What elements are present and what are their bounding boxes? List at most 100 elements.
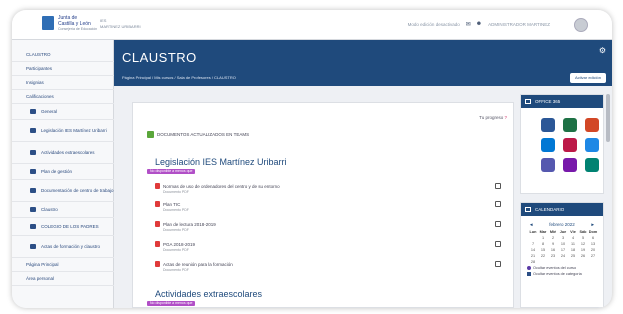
resource-name[interactable]: Plan de lectura 2018-2019 [163,222,216,227]
sidebar-item-label: Insignias [26,79,44,85]
calendar-day[interactable]: 1 [538,236,548,240]
sidebar-item[interactable]: Legislación IES Martínez Uribarri [12,120,114,142]
powerpoint-icon[interactable] [585,118,599,132]
section-title-extraescolares[interactable]: Actividades extraescolares [155,289,262,299]
calendar-filter-course[interactable]: Ocultar eventos del curso [521,266,603,270]
sidebar-item[interactable]: Plan de gestión [12,164,114,180]
teams-icon[interactable] [541,158,555,172]
calendar-day[interactable]: 26 [578,254,588,258]
onenote-icon[interactable] [563,158,577,172]
calendar-day[interactable]: 16 [548,248,558,252]
calendar-month[interactable]: febrero 2022 [549,222,575,227]
outlook-icon[interactable] [541,138,555,152]
completion-checkbox[interactable] [495,201,501,207]
resource-name[interactable]: Plan TIC [163,202,180,207]
sidebar-item[interactable]: Documentación de centro de trabajo [12,180,114,202]
calendar-day[interactable]: 24 [558,254,568,258]
calendar-filter-label[interactable]: Ocultar eventos del curso [533,266,576,270]
sidebar-item[interactable]: COLEGIO DE LOS PADRES [12,218,114,236]
browser-frame: Junta de Castilla y León Consejería de E… [12,10,612,308]
calendar-day[interactable]: 6 [588,236,598,240]
calendar-filter-category[interactable]: Ocultar eventos de categoría [521,272,603,276]
calendar-day[interactable]: 25 [568,254,578,258]
office365-block: OFFICE 365 [520,94,604,194]
sidebar-item[interactable]: Área personal [12,272,114,286]
resource-item[interactable]: Plan TIC Documento PDF [155,201,189,212]
notifications-icon[interactable]: ✉ [466,21,471,28]
calendar-day[interactable]: 9 [548,242,558,246]
calendar-day[interactable]: 23 [548,254,558,258]
calendar-day[interactable]: 7 [528,242,538,246]
breadcrumb[interactable]: Página Principal / Mis cursos / Sala de … [122,75,236,80]
resource-kind: Documento PDF [163,190,189,194]
user-name[interactable]: ADMINISTRADOR MARTINEZ [488,22,550,27]
calendar-day[interactable]: 28 [528,260,538,264]
calendar-day[interactable]: 22 [538,254,548,258]
excel-icon[interactable] [563,118,577,132]
folder-icon [30,169,36,174]
sidebar-item[interactable]: Actas de formación y claustro [12,236,114,258]
calendar-day[interactable]: 17 [558,248,568,252]
sidebar-item[interactable]: Insignias [12,76,114,90]
calendar-day[interactable]: 8 [538,242,548,246]
calendar-day[interactable]: 19 [578,248,588,252]
calendar-day[interactable]: 14 [528,248,538,252]
resource-name[interactable]: Normas de uso de ordenadores del centro … [163,184,280,189]
calendar-day[interactable]: 3 [558,236,568,240]
sidebar-item-label: Actividades extraescolares [41,149,95,155]
resource-name[interactable]: PGA 2018-2019 [163,242,195,247]
completion-checkbox[interactable] [495,261,501,267]
teams-docs-link[interactable]: DOCUMENTOS ACTUALIZADOS EN TEAMS [147,131,249,138]
calendar-day[interactable]: 15 [538,248,548,252]
progress-help[interactable]: Tu progreso ? [479,115,507,120]
sidebar-item[interactable]: Actividades extraescolares [12,142,114,164]
help-icon[interactable]: ? [504,115,507,120]
calendar-day[interactable]: 18 [568,248,578,252]
calendar-day[interactable]: 20 [588,248,598,252]
calendar-day[interactable]: 4 [568,236,578,240]
resource-item[interactable]: PGA 2018-2019 Documento PDF [155,241,195,252]
calendar-block: CALENDARIO ◄ febrero 2022 ► Lun Mar Mié Jue… [520,202,604,308]
calendar-day[interactable]: 13 [588,242,598,246]
calendar-day[interactable]: 27 [588,254,598,258]
course-sidebar: CLAUSTRO Participantes Insignias Calificaci… [12,40,114,308]
sidebar-item[interactable]: Página Principal [12,258,114,272]
calendar-day[interactable]: 12 [578,242,588,246]
site-logo[interactable]: Junta de Castilla y León Consejería de E… [58,15,97,33]
sidebar-item[interactable]: Participantes [12,62,114,76]
completion-checkbox[interactable] [495,221,501,227]
calendar-day[interactable]: 10 [558,242,568,246]
prev-month-icon[interactable]: ◄ [529,222,533,227]
resource-name[interactable]: Actas de reunión para la formación [163,262,233,267]
messages-icon[interactable]: ☻ [476,21,482,28]
sway-icon[interactable] [585,158,599,172]
sidebar-item[interactable]: General [12,104,114,120]
completion-checkbox[interactable] [495,183,501,189]
sidebar-item[interactable]: CLAUSTRO [12,48,114,62]
junta-logo-icon[interactable] [42,16,54,30]
calendar-filter-label[interactable]: Ocultar eventos de categoría [533,272,582,276]
office365-title: OFFICE 365 [535,99,561,104]
calendar-day[interactable]: 11 [568,242,578,246]
calendar-day[interactable]: 5 [578,236,588,240]
section-title-legislacion[interactable]: Legislación IES Martínez Uribarri [155,157,287,167]
avatar[interactable] [574,18,588,32]
page-scrollbar[interactable] [606,94,610,142]
word-icon[interactable] [541,118,555,132]
resource-item[interactable]: Plan de lectura 2018-2019 Documento PDF [155,221,216,232]
next-month-icon[interactable]: ► [591,222,595,227]
calendar-day[interactable]: 2 [548,236,558,240]
sidebar-item[interactable]: Calificaciones [12,90,114,104]
calendar-day[interactable]: 21 [528,254,538,258]
stream-icon[interactable] [563,138,577,152]
sidebar-item[interactable]: Claustro [12,202,114,218]
school-name: IES MARTINEZ URIBARRI [100,18,141,30]
resource-kind: Documento PDF [163,228,189,232]
gear-icon[interactable]: ⚙ [599,46,606,55]
resource-item[interactable]: Actas de reunión para la formación Docum… [155,261,233,272]
resource-item[interactable]: Normas de uso de ordenadores del centro … [155,183,280,194]
edit-mode-button[interactable]: Activar edición [569,73,606,83]
completion-checkbox[interactable] [495,241,501,247]
calendar-day-header: Mié [549,230,557,234]
onedrive-icon[interactable] [585,138,599,152]
